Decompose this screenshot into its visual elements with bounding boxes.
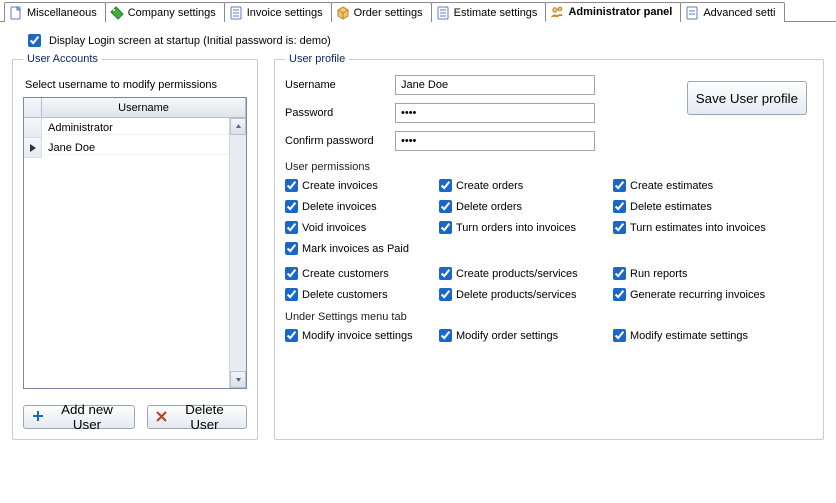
username-label: Username bbox=[285, 79, 395, 91]
tab-label: Order settings bbox=[354, 7, 423, 19]
user-profile-group: User profile Save User profile Username … bbox=[274, 53, 824, 440]
perm-delete-products[interactable]: Delete products/services bbox=[439, 288, 609, 301]
perm-recurring[interactable]: Generate recurring invoices bbox=[613, 288, 813, 301]
delete-user-button[interactable]: Delete User bbox=[147, 405, 247, 429]
row-selector-column bbox=[24, 98, 42, 117]
accounts-hint: Select username to modify permissions bbox=[25, 79, 245, 91]
perm-modify-order-settings[interactable]: Modify order settings bbox=[439, 329, 609, 342]
tab-label: Estimate settings bbox=[454, 7, 538, 19]
list-row[interactable]: Jane Doe bbox=[24, 138, 246, 158]
perm-delete-estimates[interactable]: Delete estimates bbox=[613, 200, 813, 213]
password-input[interactable] bbox=[395, 103, 595, 123]
perm-orders-to-invoices[interactable]: Turn orders into invoices bbox=[439, 221, 609, 234]
document-icon bbox=[685, 6, 699, 20]
add-user-button[interactable]: Add new User bbox=[23, 405, 135, 429]
tab-strip: Miscellaneous Company settings Invoice s… bbox=[0, 0, 836, 22]
perm-create-products[interactable]: Create products/services bbox=[439, 267, 609, 280]
perm-modify-invoice-settings[interactable]: Modify invoice settings bbox=[285, 329, 435, 342]
tab-company-settings[interactable]: Company settings bbox=[105, 2, 225, 22]
tab-order-settings[interactable]: Order settings bbox=[331, 2, 432, 22]
save-user-profile-button[interactable]: Save User profile bbox=[687, 81, 807, 115]
scroll-up-button[interactable] bbox=[230, 118, 246, 135]
perm-modify-estimate-settings[interactable]: Modify estimate settings bbox=[613, 329, 813, 342]
button-label: Save User profile bbox=[696, 91, 798, 106]
user-permissions-heading: User permissions bbox=[285, 161, 813, 173]
user-accounts-group: User Accounts Select username to modify … bbox=[12, 53, 258, 440]
tab-miscellaneous[interactable]: Miscellaneous bbox=[4, 2, 106, 22]
perm-create-orders[interactable]: Create orders bbox=[439, 179, 609, 192]
perm-delete-invoices[interactable]: Delete invoices bbox=[285, 200, 435, 213]
button-label: Add new User bbox=[48, 402, 126, 432]
list-header: Username bbox=[24, 98, 246, 118]
settings-tab-heading: Under Settings menu tab bbox=[285, 311, 813, 323]
user-profile-legend: User profile bbox=[285, 53, 349, 65]
tab-label: Advanced setti bbox=[703, 7, 775, 19]
display-login-label: Display Login screen at startup (Initial… bbox=[49, 35, 331, 47]
tab-advanced-settings[interactable]: Advanced setti bbox=[680, 2, 784, 22]
perm-create-estimates[interactable]: Create estimates bbox=[613, 179, 813, 192]
username-cell: Jane Doe bbox=[42, 142, 246, 155]
tab-invoice-settings[interactable]: Invoice settings bbox=[224, 2, 332, 22]
tab-label: Company settings bbox=[128, 7, 216, 19]
user-accounts-legend: User Accounts bbox=[23, 53, 102, 65]
x-icon bbox=[156, 410, 167, 425]
tab-label: Miscellaneous bbox=[27, 7, 97, 19]
panel: Display Login screen at startup (Initial… bbox=[0, 22, 836, 448]
username-column-header[interactable]: Username bbox=[42, 98, 246, 117]
vertical-scrollbar[interactable] bbox=[229, 118, 246, 388]
username-list[interactable]: Username Administrator Jane Doe bbox=[23, 97, 247, 389]
perm-void-invoices[interactable]: Void invoices bbox=[285, 221, 435, 234]
display-login-checkbox[interactable]: Display Login screen at startup (Initial… bbox=[28, 34, 331, 47]
perm-run-reports[interactable]: Run reports bbox=[613, 267, 813, 280]
tab-estimate-settings[interactable]: Estimate settings bbox=[431, 2, 547, 22]
confirm-password-input[interactable] bbox=[395, 131, 595, 151]
username-cell: Administrator bbox=[42, 122, 246, 135]
plus-icon bbox=[32, 410, 44, 425]
page-icon bbox=[9, 6, 23, 20]
perm-estimates-to-invoices[interactable]: Turn estimates into invoices bbox=[613, 221, 813, 234]
current-row-indicator-icon bbox=[24, 138, 42, 158]
scroll-down-button[interactable] bbox=[230, 371, 246, 388]
username-input[interactable] bbox=[395, 75, 595, 95]
document-lines-icon bbox=[229, 6, 243, 20]
row-indicator bbox=[24, 118, 42, 138]
confirm-password-label: Confirm password bbox=[285, 135, 395, 147]
tag-icon bbox=[110, 6, 124, 20]
perm-create-customers[interactable]: Create customers bbox=[285, 267, 435, 280]
tab-label: Administrator panel bbox=[568, 6, 672, 18]
perm-delete-orders[interactable]: Delete orders bbox=[439, 200, 609, 213]
password-label: Password bbox=[285, 107, 395, 119]
list-row[interactable]: Administrator bbox=[24, 118, 246, 138]
button-label: Delete User bbox=[171, 402, 238, 432]
box-icon bbox=[336, 6, 350, 20]
users-icon bbox=[550, 5, 564, 19]
perm-mark-paid[interactable]: Mark invoices as Paid bbox=[285, 242, 435, 255]
tab-administrator-panel[interactable]: Administrator panel bbox=[545, 2, 681, 22]
perm-create-invoices[interactable]: Create invoices bbox=[285, 179, 435, 192]
document-lines-icon bbox=[436, 6, 450, 20]
perm-delete-customers[interactable]: Delete customers bbox=[285, 288, 435, 301]
tab-label: Invoice settings bbox=[247, 7, 323, 19]
